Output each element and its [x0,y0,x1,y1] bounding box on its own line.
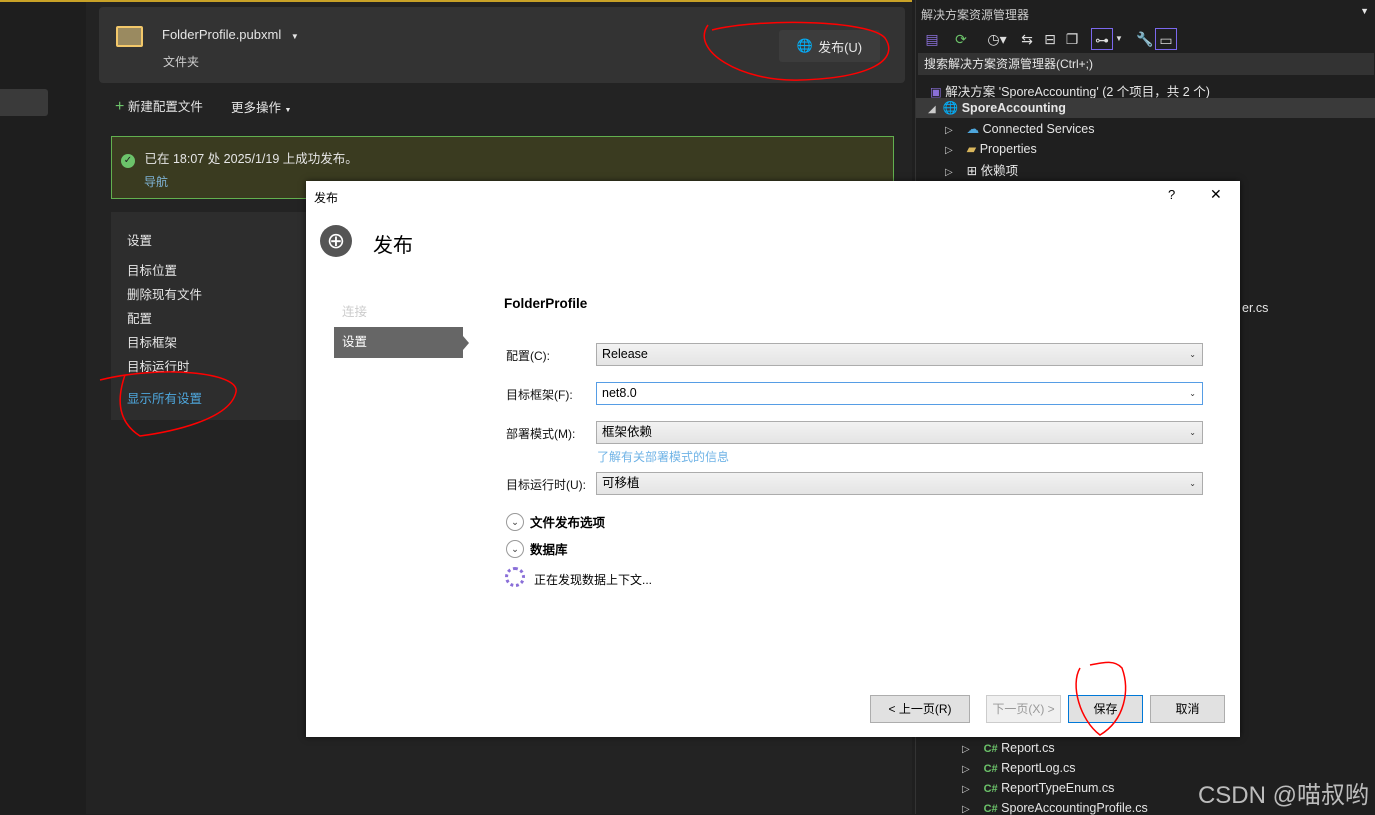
watermark: CSDN @喵叔哟 [1197,782,1369,809]
annotation-show-all [99,371,237,437]
annotation-save [1075,661,1127,736]
red-annotations [99,21,1127,736]
annotation-publish [703,21,890,81]
